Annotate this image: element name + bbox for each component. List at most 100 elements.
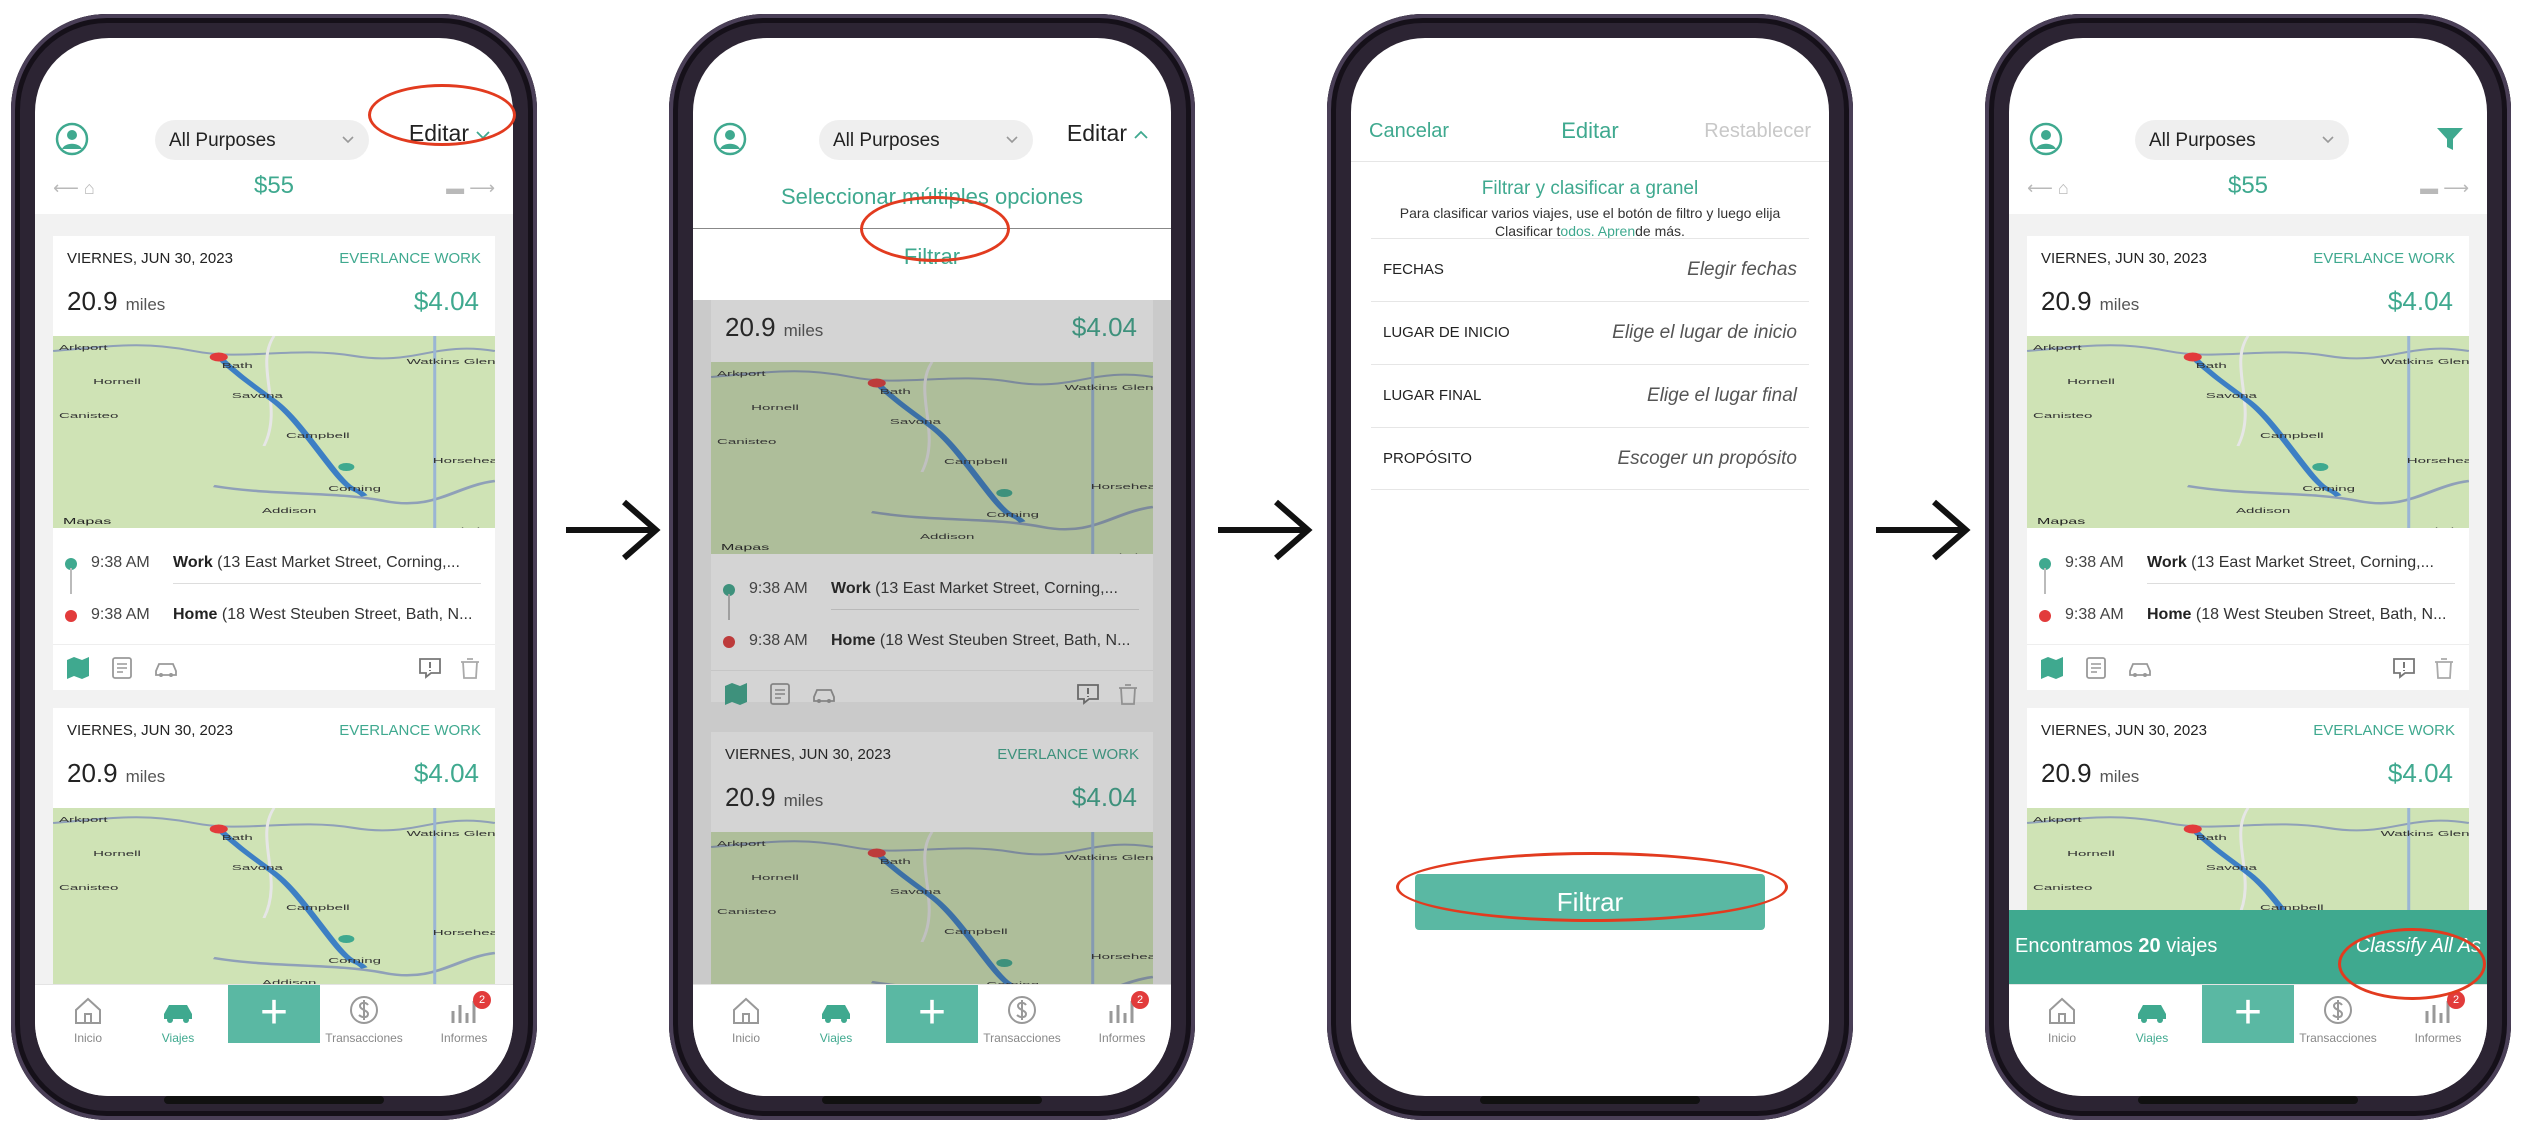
add-trip-button[interactable]: +	[2202, 985, 2294, 1043]
purpose-select[interactable]: All Purposes	[155, 120, 369, 160]
tab-label: Inicio	[731, 1031, 760, 1045]
map-attribution: Mapas	[63, 517, 111, 526]
map-label: Savona	[232, 391, 284, 400]
trip-feed[interactable]: VIERNES, JUN 30, 2023 EVERLANCE WORK 20.…	[2009, 214, 2487, 1012]
filter-row-start-location[interactable]: LUGAR DE INICIO Elige el lugar de inicio	[1371, 301, 1809, 364]
map-label: Bath	[222, 361, 253, 370]
map-label: Elmira	[2425, 526, 2468, 528]
tab-informes[interactable]: Informes 2	[419, 991, 509, 1045]
vehicle-icon[interactable]	[153, 655, 179, 681]
tab-informes[interactable]: Informes 2	[2393, 991, 2483, 1045]
add-trip-button[interactable]: +	[886, 985, 978, 1043]
avatar-icon[interactable]	[2029, 122, 2063, 156]
tab-inicio[interactable]: Inicio	[701, 993, 791, 1045]
chevron-down-icon	[342, 136, 354, 144]
phone-1: All Purposes Editar ⟵ ⌂ $55 ▬ ⟶ VIERNES,…	[11, 14, 537, 1120]
edit-button[interactable]: Editar	[1067, 120, 1149, 147]
map-label: Hornell	[2067, 849, 2115, 858]
trip-miles-value: 20.9	[67, 758, 118, 788]
trip-value: $4.04	[413, 758, 479, 788]
summary-right-icons: ▬ ⟶	[446, 178, 495, 199]
reset-button[interactable]: Restablecer	[1704, 120, 1811, 143]
car-icon	[164, 1005, 192, 1023]
dollar-icon	[1008, 996, 1036, 1024]
notes-icon[interactable]	[2083, 655, 2109, 681]
map-label: Arkport	[2033, 815, 2082, 824]
map-label: Corning	[2302, 484, 2355, 493]
home-indicator[interactable]	[164, 1096, 384, 1104]
trip-card[interactable]: VIERNES, JUN 30, 2023 EVERLANCE WORK 20.…	[52, 708, 513, 1012]
end-time: 9:38 AM	[2065, 606, 2124, 623]
top-nav: All Purposes	[2009, 110, 2487, 166]
trip-end: 9:38 AM Home (18 West Steuben Street, Ba…	[53, 592, 495, 640]
add-trip-button[interactable]: +	[228, 985, 320, 1043]
filter-row-dates[interactable]: FECHAS Elegir fechas	[1371, 238, 1809, 301]
arrow-right-icon[interactable]: ⟶	[469, 178, 495, 198]
tab-transacciones[interactable]: Transacciones	[977, 993, 1067, 1045]
row-label: LUGAR FINAL	[1383, 387, 1482, 404]
tab-transacciones[interactable]: Transacciones	[319, 993, 409, 1045]
map-label: Horseheads	[2407, 456, 2469, 465]
home-indicator[interactable]	[822, 1096, 1042, 1104]
report-issue-icon[interactable]	[417, 655, 443, 681]
tab-inicio[interactable]: Inicio	[43, 993, 133, 1045]
map-label: Bath	[2196, 833, 2227, 842]
chevron-down-icon	[2322, 136, 2334, 144]
tab-bar: Inicio Viajes + Transacciones Informes 2	[35, 984, 513, 1096]
filter-row-end-location[interactable]: LUGAR FINAL Elige el lugar final	[1371, 364, 1809, 427]
highlight-classify	[2338, 928, 2486, 1000]
trip-actions	[53, 644, 495, 690]
trip-card[interactable]: VIERNES, JUN 30, 2023 EVERLANCE WORK 20.…	[2026, 236, 2487, 690]
filter-row-purpose[interactable]: PROPÓSITO Escoger un propósito	[1371, 427, 1809, 490]
trip-card[interactable]: VIERNES, JUN 30, 2023 EVERLANCE WORK 20.…	[52, 236, 513, 690]
learn-more-link[interactable]: odos. Apren	[1560, 223, 1635, 239]
trash-icon[interactable]	[457, 655, 483, 681]
tab-viajes[interactable]: Viajes	[2107, 993, 2197, 1045]
purpose-select[interactable]: All Purposes	[2135, 120, 2349, 160]
summary-amount: $55	[2227, 172, 2269, 199]
tab-viajes[interactable]: Viajes	[133, 993, 223, 1045]
avatar-icon[interactable]	[713, 122, 747, 156]
map-pin-start	[338, 463, 355, 471]
map-icon[interactable]	[2039, 655, 2065, 681]
start-address: (13 East Market Street, Corning,...	[217, 554, 460, 571]
dim-overlay[interactable]	[693, 300, 1171, 984]
end-dot-icon	[65, 610, 77, 622]
map-label: Addison	[262, 506, 316, 515]
notes-icon[interactable]	[109, 655, 135, 681]
chevron-up-icon	[1134, 130, 1148, 139]
home-indicator[interactable]	[2138, 1096, 2358, 1104]
trip-start: 9:38 AM Work (13 East Market Street, Cor…	[53, 540, 495, 588]
map-canvas: Arkport Bath Watkins Glen Hornell Savona Cani…	[2026, 335, 2487, 535]
end-place: Home (18 West Steuben Street, Bath, N...	[2147, 606, 2455, 624]
avatar-icon[interactable]	[55, 122, 89, 156]
arrow-right-icon[interactable]: ⟶	[2443, 178, 2469, 198]
map-label: Watkins Glen	[2381, 357, 2469, 366]
vehicle-icon[interactable]	[2127, 655, 2153, 681]
trip-tag: EVERLANCE WORK	[2313, 250, 2455, 267]
map-label: Watkins Glen	[407, 829, 495, 838]
tab-informes[interactable]: Informes 2	[1077, 991, 1167, 1045]
home-indicator[interactable]	[1480, 1096, 1700, 1104]
map-label: Hornell	[93, 377, 141, 386]
filter-icon[interactable]	[2435, 124, 2465, 154]
tab-inicio[interactable]: Inicio	[2017, 993, 2107, 1045]
phone-3: Cancelar Editar Restablecer Filtrar y cl…	[1327, 14, 1853, 1120]
purpose-select[interactable]: All Purposes	[819, 120, 1033, 160]
trip-map[interactable]: Arkport Bath Watkins Glen Hornell Savona Cani…	[2026, 335, 2487, 535]
start-place: Work (13 East Market Street, Corning,...	[173, 554, 481, 572]
tab-viajes[interactable]: Viajes	[791, 993, 881, 1045]
map-icon[interactable]	[65, 655, 91, 681]
trip-tag: EVERLANCE WORK	[339, 250, 481, 267]
report-issue-icon[interactable]	[2391, 655, 2417, 681]
trip-feed[interactable]: VIERNES, JUN 30, 2023 EVERLANCE WORK 20.…	[35, 214, 513, 1012]
tab-label: Informes	[1098, 1031, 1146, 1045]
trip-map[interactable]: Arkport Bath Watkins Glen Hornell Savona Cani…	[52, 807, 513, 1007]
row-value: Elegir fechas	[1687, 259, 1797, 280]
trip-map[interactable]: Arkport Bath Watkins Glen Hornell Savona Cani…	[52, 335, 513, 535]
tab-transacciones[interactable]: Transacciones	[2293, 993, 2383, 1045]
tab-bar: Inicio Viajes + Transacciones Informes 2	[693, 984, 1171, 1096]
trash-icon[interactable]	[2431, 655, 2457, 681]
map-label: Horseheads	[433, 928, 495, 937]
trip-miles-unit: miles	[2099, 295, 2140, 314]
